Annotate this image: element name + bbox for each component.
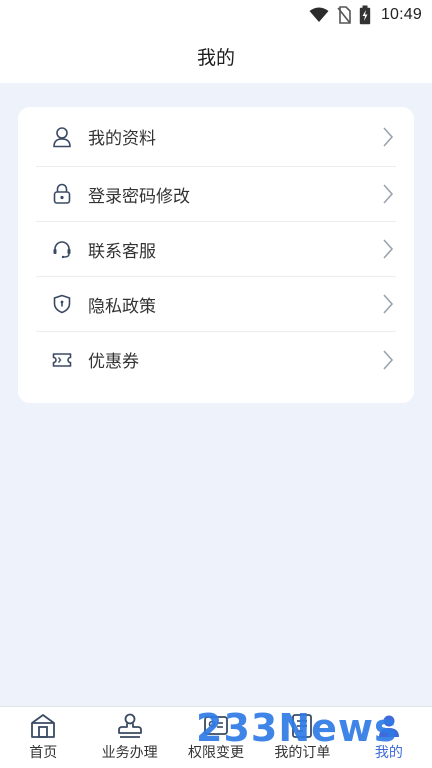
tab-mine[interactable]: 我的 <box>346 707 432 768</box>
user-icon <box>52 126 72 147</box>
no-sim-icon <box>337 6 351 24</box>
tab-label: 我的 <box>374 745 403 761</box>
menu-item-label: 登录密码修改 <box>88 186 190 207</box>
tab-business[interactable]: 业务办理 <box>86 707 172 768</box>
menu-item-label: 隐私政策 <box>88 296 156 317</box>
battery-charging-icon <box>359 5 371 25</box>
menu-item-coupons[interactable]: 优惠券 <box>36 332 396 387</box>
tab-label: 首页 <box>29 745 58 761</box>
ticket-icon <box>52 350 72 370</box>
lock-icon <box>52 183 72 204</box>
menu-item-password[interactable]: 登录密码修改 <box>36 167 396 222</box>
menu-item-label: 我的资料 <box>88 129 156 149</box>
home-icon <box>29 713 57 739</box>
tab-home[interactable]: 首页 <box>0 707 86 768</box>
shield-icon <box>52 294 72 314</box>
tab-my-orders[interactable]: 我的订单 <box>259 707 345 768</box>
tab-label: 权限变更 <box>188 745 245 761</box>
chevron-right-icon <box>382 126 396 148</box>
status-bar: 10:49 <box>0 0 432 30</box>
menu-item-customer-service[interactable]: 联系客服 <box>36 222 396 277</box>
page-header: 我的 <box>0 30 432 83</box>
profile-icon <box>375 713 403 739</box>
menu-card: 我的资料 登录密码修改 联系客服 隐私政策 优惠券 <box>18 107 414 403</box>
menu-item-profile[interactable]: 我的资料 <box>36 107 396 167</box>
bottom-tab-bar: 首页 业务办理 权限变更 我的订单 我的 <box>0 706 432 768</box>
chevron-right-icon <box>382 238 396 260</box>
menu-item-privacy-policy[interactable]: 隐私政策 <box>36 277 396 332</box>
tab-permission-change[interactable]: 权限变更 <box>173 707 259 768</box>
tab-label: 业务办理 <box>101 745 158 761</box>
id-card-icon <box>202 713 230 739</box>
menu-item-label: 联系客服 <box>88 241 156 262</box>
page-title: 我的 <box>196 47 235 69</box>
status-time: 10:49 <box>380 6 422 23</box>
chevron-right-icon <box>382 183 396 205</box>
chevron-right-icon <box>382 349 396 371</box>
chevron-right-icon <box>382 293 396 315</box>
menu-item-label: 优惠券 <box>88 352 139 372</box>
order-list-icon <box>288 713 316 739</box>
stamp-icon <box>116 713 144 739</box>
tab-label: 我的订单 <box>274 745 331 761</box>
wifi-icon <box>309 7 329 23</box>
headset-icon <box>52 239 72 259</box>
